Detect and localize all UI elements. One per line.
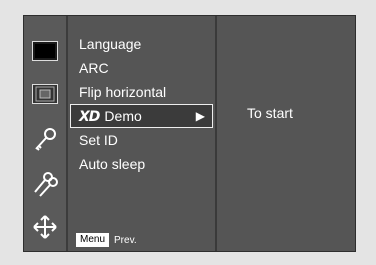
menu-item-arc[interactable]: ARC — [68, 57, 215, 79]
submenu-arrow-icon: ▶ — [195, 109, 205, 123]
menu-item-xd-demo[interactable]: XD Demo ▶ — [70, 104, 213, 128]
menu-key-badge: Menu — [76, 233, 110, 247]
menu-item-auto-sleep[interactable]: Auto sleep — [68, 153, 215, 175]
menu-item-flip-horizontal[interactable]: Flip horizontal — [68, 81, 215, 103]
key-icon[interactable] — [30, 125, 60, 155]
xd-logo: XD — [79, 109, 100, 125]
menu-item-set-id[interactable]: Set ID — [68, 129, 215, 151]
screen-icon[interactable] — [30, 79, 60, 109]
footer-hint: Menu Prev. — [76, 233, 137, 247]
submenu-panel: To start — [217, 16, 355, 251]
osd-menu-window: Language ARC Flip horizontal XD Demo ▶ Se… — [23, 15, 356, 252]
arrows-icon[interactable] — [30, 212, 60, 242]
picture-icon[interactable] — [30, 36, 60, 66]
prev-label: Prev. — [114, 234, 137, 246]
menu-list: Language ARC Flip horizontal XD Demo ▶ Se… — [68, 16, 217, 251]
category-icon-column — [24, 16, 68, 251]
menu-item-language[interactable]: Language — [68, 33, 215, 55]
keys-icon[interactable] — [30, 169, 60, 199]
menu-item-xd-demo-label: Demo — [104, 108, 142, 124]
to-start-option[interactable]: To start — [247, 105, 293, 121]
